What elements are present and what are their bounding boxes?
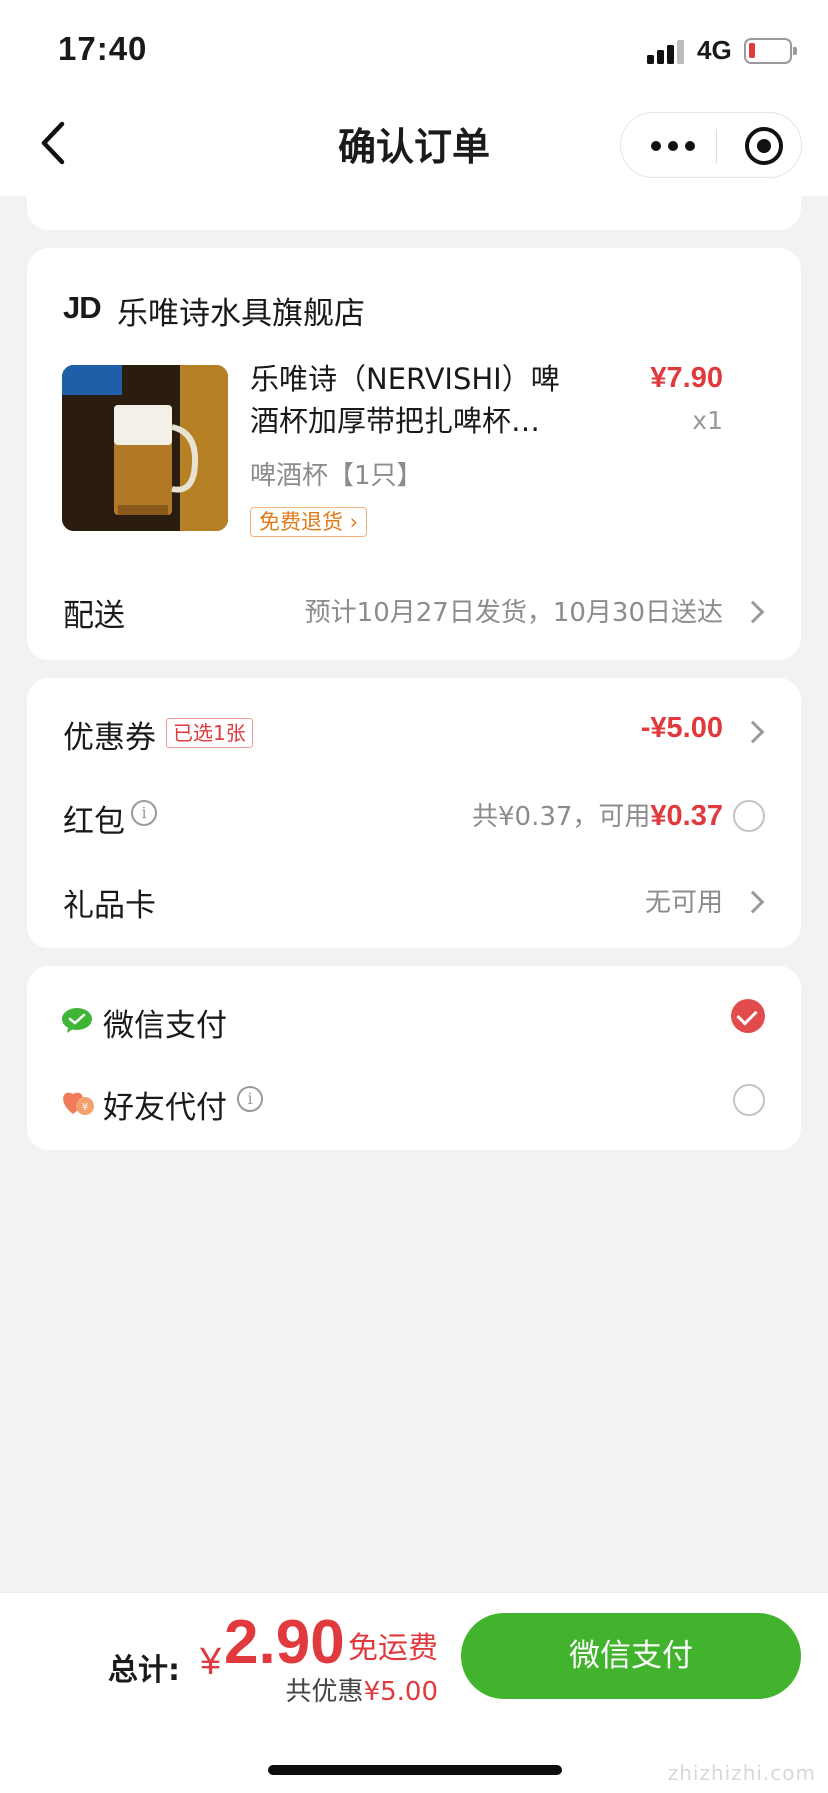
- wechat-pay-label[interactable]: 微信支付: [103, 1000, 227, 1045]
- free-return-tag[interactable]: 免费退货 ›: [250, 507, 368, 537]
- info-icon[interactable]: i: [131, 800, 157, 826]
- wechat-pay-button[interactable]: 微信支付: [461, 1613, 801, 1699]
- red-packet-total: 共¥0.37，可用: [471, 802, 651, 832]
- red-packet-available: ¥0.37: [650, 800, 723, 832]
- friend-pay-label[interactable]: 好友代付: [103, 1082, 227, 1127]
- payment-method-card: 微信支付 ¥ 好友代付 i: [27, 966, 801, 1150]
- chevron-right-icon[interactable]: [741, 890, 765, 914]
- total-currency: ¥: [200, 1641, 222, 1683]
- info-icon[interactable]: i: [237, 1086, 263, 1112]
- total-saved: 共优惠¥5.00: [286, 1671, 438, 1708]
- coupon-value[interactable]: -¥5.00: [641, 712, 723, 745]
- watermark: zhizhizhi.com: [667, 1761, 816, 1785]
- chevron-right-icon[interactable]: [741, 600, 765, 624]
- red-packet-value: 共¥0.37，可用 ¥0.37: [472, 796, 723, 833]
- coupon-label: 优惠券: [63, 720, 156, 756]
- address-card-bottom: [27, 180, 801, 230]
- delivery-label: 配送: [63, 598, 125, 634]
- wechat-pay-check-icon[interactable]: [731, 999, 765, 1033]
- more-icon[interactable]: [651, 137, 695, 153]
- jd-logo: JD: [63, 290, 102, 325]
- gift-card-label: 礼品卡: [63, 888, 156, 924]
- discount-card: 优惠券 已选1张 -¥5.00 红包 i 共¥0.37，可用 ¥0.37 礼品卡…: [27, 678, 801, 948]
- home-indicator[interactable]: [268, 1765, 562, 1775]
- svg-text:¥: ¥: [82, 1102, 88, 1113]
- close-mini-program-icon[interactable]: [745, 127, 783, 165]
- battery-icon: [744, 38, 797, 64]
- red-packet-label: 红包: [63, 804, 125, 840]
- gift-card-value[interactable]: 无可用: [645, 882, 723, 919]
- network-type: 4G: [697, 35, 732, 65]
- total-amount: 2.90: [224, 1608, 345, 1677]
- total-label: 总计:: [108, 1653, 180, 1688]
- wechat-pay-icon: [62, 1008, 92, 1033]
- signal-icon: [647, 38, 687, 64]
- product-title[interactable]: 乐唯诗（NERVISHI）啤酒杯加厚带把扎啤杯…: [250, 358, 580, 442]
- product-quantity: x1: [692, 406, 723, 435]
- friend-pay-icon: ¥: [63, 1092, 94, 1115]
- saved-prefix: 共优惠: [285, 1677, 364, 1707]
- status-bar: 17:40 4G: [0, 0, 828, 96]
- store-name[interactable]: 乐唯诗水具旗舰店: [117, 288, 365, 333]
- beer-mug-picture: [62, 365, 228, 531]
- saved-amount: ¥5.00: [363, 1677, 438, 1707]
- mini-program-capsule: [620, 112, 802, 178]
- friend-pay-radio[interactable]: [733, 1084, 765, 1116]
- checkout-bar: 总计: ¥ 2.90 免运费 共优惠¥5.00 微信支付 zhizhizhi.c…: [0, 1592, 828, 1793]
- red-packet-radio[interactable]: [733, 800, 765, 832]
- coupon-selected-tag: 已选1张: [166, 718, 253, 748]
- chevron-right-icon[interactable]: [741, 720, 765, 744]
- status-time: 17:40: [58, 30, 148, 67]
- product-spec: 啤酒杯【1只】: [250, 461, 423, 491]
- product-image[interactable]: [62, 365, 228, 531]
- store-card: JD 乐唯诗水具旗舰店 乐唯诗（NERVISHI）啤酒杯加厚带把扎啤杯… ¥7.…: [27, 248, 801, 660]
- delivery-estimate[interactable]: 预计10月27日发货，10月30日送达: [305, 592, 723, 629]
- free-shipping-label: 免运费: [348, 1631, 438, 1666]
- product-price: ¥7.90: [650, 362, 723, 394]
